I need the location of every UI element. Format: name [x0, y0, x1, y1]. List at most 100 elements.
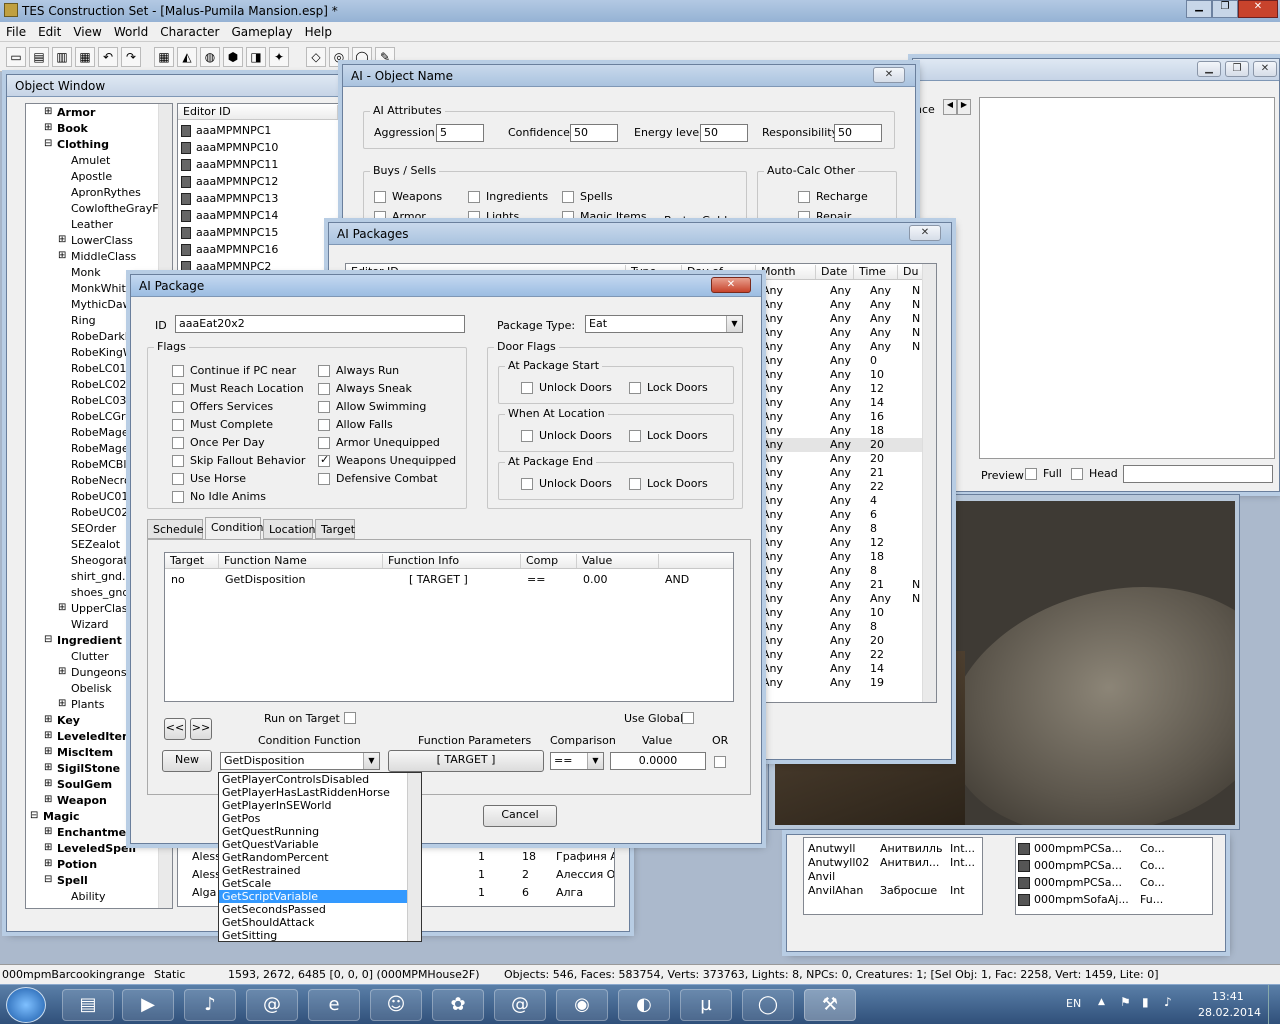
lock-doors-checkbox[interactable]: [629, 382, 641, 394]
landscape-icon[interactable]: ⬢: [223, 47, 243, 67]
editor-id-row[interactable]: aaaMPMNPC12: [178, 175, 341, 189]
collapse-icon[interactable]: ⊟: [44, 874, 52, 885]
lock-doors-checkbox[interactable]: [629, 478, 641, 490]
package-id-field[interactable]: aaaEat20x2: [175, 315, 465, 333]
tree-item[interactable]: Leather: [26, 218, 172, 232]
preview-checkbox[interactable]: [1025, 468, 1037, 480]
condition-col-header[interactable]: Function Info: [383, 554, 521, 568]
lod-icon[interactable]: ◨: [246, 47, 266, 67]
flag-checkbox[interactable]: [318, 383, 330, 395]
tree-item[interactable]: Apostle: [26, 170, 172, 184]
flag-checkbox[interactable]: [172, 455, 184, 467]
cell-row[interactable]: Anvil: [804, 870, 982, 884]
run-on-target-checkbox[interactable]: [344, 712, 356, 724]
dropdown-option[interactable]: GetPlayerHasLastRiddenHorse: [219, 786, 407, 799]
tree-item[interactable]: ⊞ LowerClass: [26, 234, 172, 248]
chevron-down-icon[interactable]: ▼: [363, 753, 379, 769]
tree-item[interactable]: ⊟ Spell: [26, 874, 172, 888]
dropdown-option[interactable]: GetRestrained: [219, 864, 407, 877]
confidence-field[interactable]: 50: [570, 124, 618, 142]
construction-set-icon[interactable]: ⚒: [804, 989, 856, 1021]
lock-doors-checkbox[interactable]: [629, 430, 641, 442]
expand-icon[interactable]: ⊞: [58, 666, 66, 677]
utorrent-icon[interactable]: µ: [680, 989, 732, 1021]
flag-checkbox[interactable]: [172, 365, 184, 377]
angle-icon[interactable]: ◭: [177, 47, 197, 67]
expand-icon[interactable]: ⊞: [44, 778, 52, 789]
condition-function-dropdown[interactable]: GetPlayerControlsDisabled GetPlayerHasLas…: [218, 772, 422, 942]
dropdown-option[interactable]: GetSecondsPassed: [219, 903, 407, 916]
oblivion-icon[interactable]: ◯: [742, 989, 794, 1021]
minimize-button[interactable]: ▁: [1186, 0, 1212, 18]
menu-help[interactable]: Help: [305, 25, 332, 39]
comparison-select[interactable]: == ▼: [550, 752, 604, 770]
dropdown-option[interactable]: GetScriptVariable: [219, 890, 407, 903]
show-desktop-button[interactable]: [1268, 985, 1280, 1024]
dropdown-option[interactable]: GetQuestRunning: [219, 825, 407, 838]
explorer-icon[interactable]: ▤: [62, 989, 114, 1021]
tree-item[interactable]: ⊞ Armor: [26, 106, 172, 120]
condition-function-select[interactable]: GetDisposition ▼: [220, 752, 380, 770]
package-type-select[interactable]: Eat ▼: [585, 315, 743, 333]
expand-icon[interactable]: ⊞: [58, 602, 66, 613]
collapse-icon[interactable]: ⊟: [30, 810, 38, 821]
flag-checkbox[interactable]: [318, 401, 330, 413]
expand-icon[interactable]: ⊞: [44, 746, 52, 757]
odnoklassniki-icon[interactable]: ☺: [370, 989, 422, 1021]
flag-checkbox[interactable]: [172, 383, 184, 395]
expand-icon[interactable]: ⊞: [44, 826, 52, 837]
flag-checkbox[interactable]: [318, 437, 330, 449]
aggression-field[interactable]: 5: [436, 124, 484, 142]
autocalc-recharge-checkbox[interactable]: [798, 191, 810, 203]
conditions-list[interactable]: Target Function Name Function Info Comp Valu…: [164, 552, 734, 702]
close-button[interactable]: ✕: [1238, 0, 1278, 18]
new-icon[interactable]: ▭: [6, 47, 26, 67]
cancel-button[interactable]: Cancel: [483, 805, 557, 827]
tree-item[interactable]: ⊞ Potion: [26, 858, 172, 872]
expand-icon[interactable]: ⊞: [44, 842, 52, 853]
use-global-checkbox[interactable]: [682, 712, 694, 724]
responsibility-field[interactable]: 50: [834, 124, 882, 142]
buys-weapons-checkbox[interactable]: [374, 191, 386, 203]
sky-icon[interactable]: ◇: [306, 47, 326, 67]
tree-item[interactable]: Disease: [26, 906, 172, 908]
tree-item[interactable]: ⊟ Clothing: [26, 138, 172, 152]
media-player-icon[interactable]: ▶: [122, 989, 174, 1021]
tree-item[interactable]: CowloftheGrayF: [26, 202, 172, 216]
prev-button[interactable]: <<: [164, 718, 186, 740]
clock-date[interactable]: 28.02.2014: [1198, 1006, 1261, 1019]
dropdown-option[interactable]: GetShouldAttack: [219, 916, 407, 929]
function-params-button[interactable]: [ TARGET ]: [388, 750, 544, 772]
open-icon[interactable]: ▤: [29, 47, 49, 67]
packages-col-header[interactable]: Month: [756, 265, 816, 279]
preview-field[interactable]: [1123, 465, 1273, 483]
flag-checkbox[interactable]: [318, 473, 330, 485]
melon-icon[interactable]: ◐: [618, 989, 670, 1021]
tab-location[interactable]: Location: [263, 519, 316, 539]
dropdown-option[interactable]: GetPlayerControlsDisabled: [219, 773, 407, 786]
world-icon[interactable]: ◍: [200, 47, 220, 67]
flag-checkbox[interactable]: [172, 419, 184, 431]
menu-edit[interactable]: Edit: [38, 25, 61, 39]
preview-tab-label[interactable]: nce: [915, 103, 935, 116]
expand-icon[interactable]: ⊞: [44, 762, 52, 773]
flag-checkbox[interactable]: [172, 437, 184, 449]
editor-id-row[interactable]: aaaMPMNPC16: [178, 243, 341, 257]
menu-file[interactable]: File: [6, 25, 26, 39]
condition-col-header[interactable]: Target: [165, 554, 219, 568]
menu-character[interactable]: Character: [160, 25, 219, 39]
dropdown-option[interactable]: GetPlayerInSEWorld: [219, 799, 407, 812]
tree-item[interactable]: Ability: [26, 890, 172, 904]
light-icon[interactable]: ✦: [269, 47, 289, 67]
dropdown-option[interactable]: GetQuestVariable: [219, 838, 407, 851]
editor-id-row[interactable]: aaaMPMNPC2: [178, 260, 341, 272]
condition-col-header[interactable]: Value: [577, 554, 659, 568]
object-row[interactable]: 000mpmSofaAj... Fu...: [1016, 893, 1212, 907]
chevron-down-icon[interactable]: ▼: [587, 753, 603, 769]
dropdown-option[interactable]: GetSitting: [219, 929, 407, 941]
editor-id-list[interactable]: Editor ID aaaMPMNPC1 aaaMPMNPC10 aaaMPMNPC…: [177, 103, 342, 273]
chrome-icon[interactable]: ◉: [556, 989, 608, 1021]
new-condition-button[interactable]: New: [162, 750, 212, 772]
tab-scroll-right[interactable]: ▶: [957, 99, 971, 115]
buys-spells-checkbox[interactable]: [562, 191, 574, 203]
